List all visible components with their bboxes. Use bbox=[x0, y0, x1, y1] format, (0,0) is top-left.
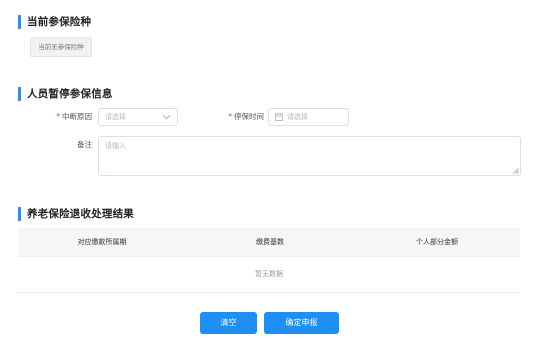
reason-select-placeholder: 请选择 bbox=[105, 113, 126, 121]
stop-date-placeholder: 请选择 bbox=[287, 113, 308, 121]
remark-textarea[interactable]: 请输入 bbox=[98, 136, 521, 176]
required-mark: * bbox=[56, 112, 60, 121]
submit-button[interactable]: 确定申报 bbox=[264, 312, 339, 334]
section-title-suspend-info: 人员暂停参保信息 bbox=[18, 87, 113, 101]
calendar-icon bbox=[275, 113, 283, 121]
reason-select[interactable]: 请选择 bbox=[98, 108, 178, 126]
resize-handle-icon[interactable] bbox=[513, 168, 519, 174]
no-insurance-tag: 当前无参保险种 bbox=[30, 37, 92, 57]
column-header: 缴费基数 bbox=[256, 238, 284, 246]
stop-date-picker[interactable]: 请选择 bbox=[268, 108, 349, 126]
chevron-down-icon bbox=[162, 114, 171, 120]
section-title-refund-result: 养老保险退收处理结果 bbox=[18, 207, 134, 221]
remark-label: 备注 bbox=[77, 140, 92, 149]
stop-date-label: * 停保时间 bbox=[218, 108, 264, 126]
reason-label: * 中断原因 bbox=[46, 108, 92, 126]
reason-label-text: 中断原因 bbox=[62, 112, 92, 121]
remark-placeholder: 请输入 bbox=[105, 142, 126, 150]
required-mark: * bbox=[228, 112, 232, 121]
stop-date-label-text: 停保时间 bbox=[234, 112, 264, 121]
section-title-current-insurance: 当前参保险种 bbox=[18, 15, 91, 29]
result-table-header: 对应缴款所属期 缴费基数 个人部分金额 bbox=[18, 228, 520, 257]
clear-button[interactable]: 清空 bbox=[200, 312, 257, 334]
column-header: 个人部分金额 bbox=[416, 238, 458, 246]
column-header: 对应缴款所属期 bbox=[77, 238, 127, 246]
table-empty-text: 暂无数据 bbox=[18, 256, 520, 293]
